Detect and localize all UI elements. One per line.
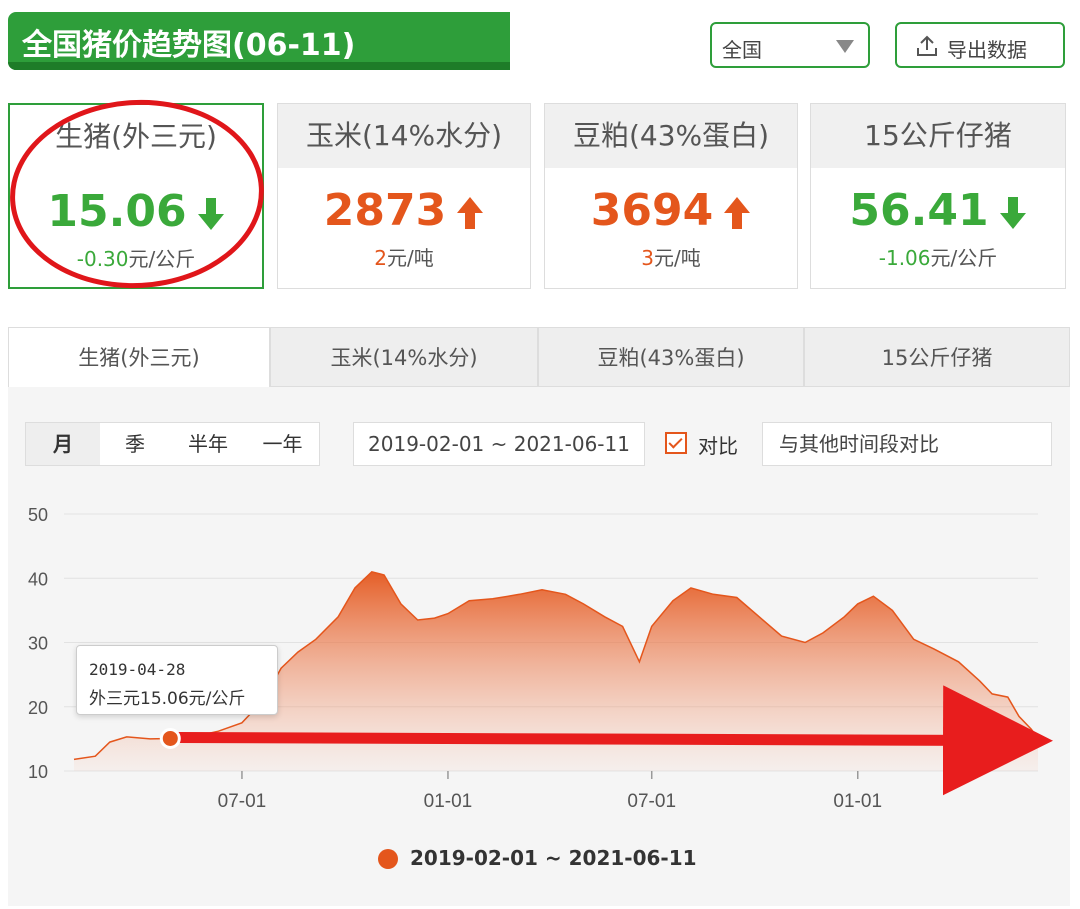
arrow-down-icon [197, 198, 224, 230]
y-tick-label: 10 [28, 762, 48, 782]
card-price: 3694 [545, 186, 797, 236]
tooltip-value: 外三元15.06元/公斤 [89, 689, 246, 709]
region-select[interactable]: 全国 [710, 22, 870, 68]
upload-icon [917, 35, 937, 56]
x-axis-ticks: 07-01 01-01 07-01 01-01 [218, 771, 882, 812]
card-change-value: 2 [374, 246, 387, 270]
card-price-value: 3694 [590, 185, 714, 236]
card-corn[interactable]: 玉米(14%水分) 2873 2元/吨 [277, 103, 531, 289]
hover-data-point[interactable] [159, 727, 181, 749]
arrow-up-icon [724, 197, 751, 229]
card-title: 15公斤仔猪 [811, 104, 1065, 168]
y-tick-label: 30 [28, 634, 48, 654]
compare-checkbox[interactable] [665, 432, 687, 454]
x-tick-label: 01-01 [833, 791, 882, 812]
card-change-value: -0.30 [76, 247, 129, 271]
card-piglet[interactable]: 15公斤仔猪 56.41 -1.06元/公斤 [810, 103, 1066, 289]
commodity-tabs: 生猪(外三元) 玉米(14%水分) 豆粕(43%蛋白) 15公斤仔猪 [8, 327, 1070, 387]
card-price-value: 56.41 [849, 185, 989, 236]
x-tick-label: 01-01 [424, 791, 473, 812]
period-month[interactable]: 月 [26, 423, 100, 465]
card-change: 3元/吨 [545, 242, 797, 271]
x-tick-label: 07-01 [218, 791, 267, 812]
period-quarter[interactable]: 季 [100, 423, 170, 465]
card-change-unit: 元/吨 [386, 246, 434, 270]
card-change: -1.06元/公斤 [811, 242, 1065, 271]
card-price: 15.06 [10, 187, 262, 237]
card-change-value: 3 [641, 246, 654, 270]
tab-piglet[interactable]: 15公斤仔猪 [804, 327, 1070, 387]
tab-soybean-meal[interactable]: 豆粕(43%蛋白) [538, 327, 804, 387]
card-price-value: 15.06 [47, 186, 187, 237]
tab-live-pig[interactable]: 生猪(外三元) [8, 327, 270, 387]
card-title: 生猪(外三元) [10, 105, 262, 169]
page-title: 全国猪价趋势图(06-11) [22, 28, 356, 63]
tab-corn[interactable]: 玉米(14%水分) [270, 327, 538, 387]
arrow-down-icon [999, 197, 1026, 229]
compare-period-input[interactable]: 与其他时间段对比 [762, 422, 1052, 466]
chart-tooltip: 2019-04-28 外三元15.06元/公斤 [76, 645, 278, 715]
card-change-unit: 元/吨 [653, 246, 701, 270]
card-title: 豆粕(43%蛋白) [545, 104, 797, 168]
y-tick-label: 40 [28, 569, 48, 589]
card-change: 2元/吨 [278, 242, 530, 271]
trend-arrow-annotation [178, 685, 1053, 796]
period-half-year[interactable]: 半年 [170, 423, 246, 465]
y-tick-label: 20 [28, 698, 48, 718]
card-title: 玉米(14%水分) [278, 104, 530, 168]
card-price: 2873 [278, 186, 530, 236]
date-range-input[interactable]: 2019-02-01 ~ 2021-06-11 [353, 422, 645, 466]
y-axis-ticks: 10 20 30 40 50 [28, 505, 48, 782]
card-price-value: 2873 [323, 185, 447, 236]
y-tick-label: 50 [28, 505, 48, 525]
card-price: 56.41 [811, 186, 1065, 236]
card-live-pig[interactable]: 生猪(外三元) 15.06 -0.30元/公斤 [8, 103, 264, 289]
compare-label: 对比 [698, 434, 738, 458]
x-tick-label: 07-01 [627, 791, 676, 812]
check-icon [668, 434, 683, 449]
period-year[interactable]: 一年 [246, 423, 319, 465]
title-banner: 全国猪价趋势图(06-11) [8, 12, 510, 70]
arrow-up-icon [457, 197, 484, 229]
legend-dot [378, 849, 398, 869]
card-change-unit: 元/公斤 [128, 247, 196, 271]
export-data-label: 导出数据 [947, 38, 1027, 62]
region-select-value: 全国 [722, 38, 762, 62]
export-data-button[interactable]: 导出数据 [895, 22, 1065, 68]
period-selector: 月 季 半年 一年 [25, 422, 320, 466]
card-change-value: -1.06 [878, 246, 931, 270]
card-change: -0.30元/公斤 [10, 243, 262, 272]
legend-label: 2019-02-01 ~ 2021-06-11 [410, 846, 697, 870]
chevron-down-icon [836, 40, 854, 53]
tooltip-date: 2019-04-28 [89, 660, 186, 679]
card-change-unit: 元/公斤 [930, 246, 998, 270]
card-soybean-meal[interactable]: 豆粕(43%蛋白) 3694 3元/吨 [544, 103, 798, 289]
